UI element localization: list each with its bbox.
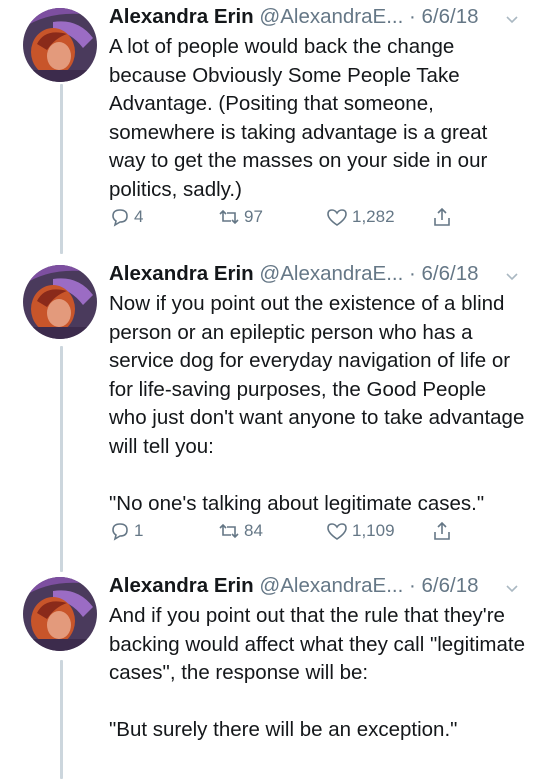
- author-name[interactable]: Alexandra Erin: [109, 5, 254, 28]
- reply-button[interactable]: 1: [109, 518, 143, 544]
- tweet-text: Now if you point out the existence of a …: [109, 290, 529, 518]
- tweet-actions: 4 97 1,282: [109, 204, 529, 230]
- tweet-date[interactable]: 6/6/18: [422, 574, 479, 597]
- retweet-button[interactable]: 97: [217, 204, 263, 230]
- author-handle[interactable]: @AlexandraE...: [259, 5, 403, 28]
- retweet-count: 97: [244, 207, 263, 226]
- reply-icon: [109, 520, 131, 542]
- retweet-icon: [217, 206, 241, 228]
- separator-dot: ·: [409, 262, 416, 285]
- chevron-down-icon[interactable]: [505, 7, 519, 24]
- tweet-header: Alexandra Erin @AlexandraE... · 6/6/18: [109, 261, 529, 287]
- reply-count: 4: [134, 207, 144, 226]
- heart-icon: [325, 206, 349, 228]
- tweet-date[interactable]: 6/6/18: [422, 5, 479, 28]
- retweet-icon: [217, 520, 241, 542]
- tweet-text: And if you point out that the rule that …: [109, 602, 529, 744]
- like-button[interactable]: 1,109: [325, 518, 395, 544]
- avatar[interactable]: [23, 577, 97, 651]
- share-icon: [431, 520, 453, 542]
- chevron-down-icon[interactable]: [505, 576, 519, 593]
- share-icon: [431, 206, 453, 228]
- reply-button[interactable]: 4: [109, 204, 143, 230]
- tweet-paragraph: Now if you point out the existence of a …: [109, 292, 525, 458]
- like-count: 1,109: [352, 521, 395, 540]
- tweet-paragraph: A lot of people would back the change be…: [109, 35, 488, 201]
- author-name[interactable]: Alexandra Erin: [109, 574, 254, 597]
- tweet-header: Alexandra Erin @AlexandraE... · 6/6/18: [109, 573, 529, 599]
- retweet-button[interactable]: 84: [217, 518, 263, 544]
- share-button[interactable]: [431, 204, 453, 230]
- separator-dot: ·: [409, 5, 416, 28]
- tweet-paragraph: And if you point out that the rule that …: [109, 604, 525, 685]
- tweet-paragraph: "No one's talking about legitimate cases…: [109, 491, 485, 515]
- tweet[interactable]: Alexandra Erin @AlexandraE... · 6/6/18 N…: [0, 261, 540, 561]
- chevron-down-icon[interactable]: [505, 264, 519, 281]
- retweet-count: 84: [244, 521, 263, 540]
- avatar[interactable]: [23, 8, 97, 82]
- tweet[interactable]: Alexandra Erin @AlexandraE... · 6/6/18 A…: [0, 573, 540, 779]
- tweet-header: Alexandra Erin @AlexandraE... · 6/6/18: [109, 4, 529, 30]
- like-count: 1,282: [352, 207, 395, 226]
- like-button[interactable]: 1,282: [325, 204, 395, 230]
- separator-dot: ·: [409, 574, 416, 597]
- tweet-paragraph: "But surely there will be an exception.": [109, 717, 458, 741]
- author-name[interactable]: Alexandra Erin: [109, 262, 254, 285]
- tweet-text: A lot of people would back the change be…: [109, 33, 529, 205]
- author-handle[interactable]: @AlexandraE...: [259, 262, 403, 285]
- author-handle[interactable]: @AlexandraE...: [259, 574, 403, 597]
- tweet-date[interactable]: 6/6/18: [422, 262, 479, 285]
- share-button[interactable]: [431, 518, 453, 544]
- tweet[interactable]: Alexandra Erin @AlexandraE... · 6/6/18 A…: [0, 4, 540, 244]
- avatar[interactable]: [23, 265, 97, 339]
- heart-icon: [325, 520, 349, 542]
- reply-count: 1: [134, 521, 144, 540]
- reply-icon: [109, 206, 131, 228]
- tweet-actions: 1 84 1,109: [109, 518, 529, 544]
